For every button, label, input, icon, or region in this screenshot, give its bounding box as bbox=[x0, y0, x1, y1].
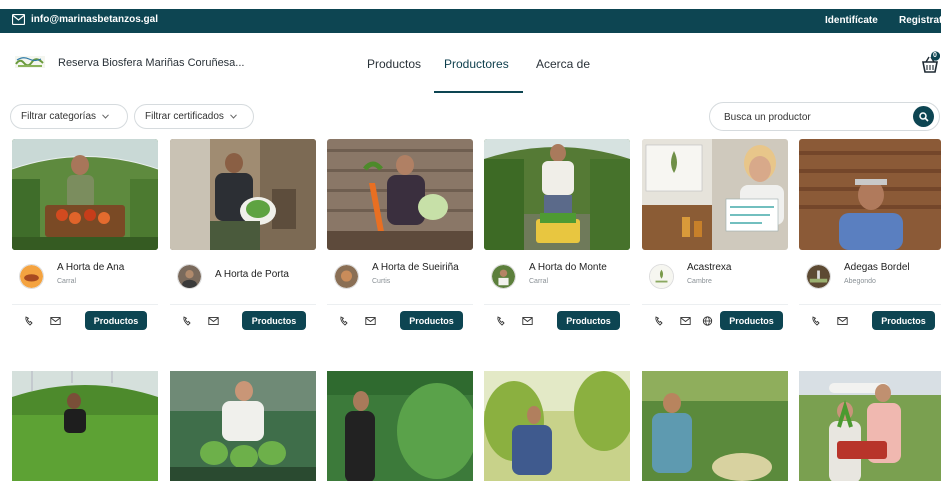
card-divider bbox=[327, 304, 473, 305]
producer-card: A Horta de Sueiriña Curtis Productos bbox=[327, 139, 473, 339]
producer-avatar bbox=[334, 264, 359, 289]
cart-count-badge: 0 bbox=[933, 52, 937, 59]
producer-photo[interactable] bbox=[12, 371, 158, 481]
producer-name[interactable]: A Horta de Sueiriña bbox=[372, 262, 459, 273]
mail-icon[interactable] bbox=[208, 316, 219, 326]
producer-photo[interactable] bbox=[484, 139, 630, 250]
producer-location: Carral bbox=[529, 278, 549, 285]
search-box bbox=[709, 102, 940, 131]
products-button[interactable]: Productos bbox=[400, 311, 463, 330]
phone-icon[interactable] bbox=[339, 316, 350, 326]
producer-photo[interactable] bbox=[799, 139, 941, 250]
mail-icon[interactable] bbox=[522, 316, 533, 326]
globe-icon[interactable] bbox=[702, 316, 713, 326]
search-icon bbox=[918, 111, 929, 122]
card-divider bbox=[12, 304, 158, 305]
producer-name[interactable]: A Horta de Porta bbox=[215, 269, 289, 280]
producer-location: Curtis bbox=[372, 278, 391, 285]
contact-email-text: info@marinasbetanzos.gal bbox=[31, 14, 158, 25]
active-nav-indicator bbox=[434, 91, 523, 93]
producer-name[interactable]: Adegas Bordel bbox=[844, 262, 910, 273]
producer-photo[interactable] bbox=[12, 139, 158, 250]
products-button[interactable]: Productos bbox=[720, 311, 783, 330]
brand-name[interactable]: Reserva Biosfera Mariñas Coruñesa... bbox=[58, 57, 244, 69]
card-divider bbox=[799, 304, 941, 305]
producer-photo[interactable] bbox=[170, 139, 316, 250]
producer-photo[interactable] bbox=[327, 371, 473, 481]
producer-avatar bbox=[491, 264, 516, 289]
chevron-down-icon bbox=[230, 114, 237, 119]
login-link[interactable]: Identifícate bbox=[825, 15, 878, 26]
card-divider bbox=[484, 304, 630, 305]
mail-icon[interactable] bbox=[837, 316, 848, 326]
producer-photo[interactable] bbox=[642, 371, 788, 481]
products-button[interactable]: Productos bbox=[242, 311, 306, 330]
basket-icon bbox=[922, 51, 941, 73]
top-bar: info@marinasbetanzos.gal Identifícate Re… bbox=[0, 9, 941, 33]
filter-categories-dropdown[interactable]: Filtrar categorías bbox=[10, 104, 128, 129]
biosphere-logo[interactable] bbox=[15, 54, 45, 70]
phone-icon[interactable] bbox=[654, 316, 665, 326]
search-button[interactable] bbox=[913, 106, 934, 127]
producer-avatar bbox=[806, 264, 831, 289]
search-input[interactable] bbox=[724, 109, 904, 125]
producer-location: Cambre bbox=[687, 278, 712, 285]
nav-productores[interactable]: Productores bbox=[444, 57, 509, 71]
producer-photo[interactable] bbox=[484, 371, 630, 481]
products-button[interactable]: Productos bbox=[557, 311, 620, 330]
products-button[interactable]: Productos bbox=[872, 311, 935, 330]
producer-photo[interactable] bbox=[327, 139, 473, 250]
contact-email[interactable]: info@marinasbetanzos.gal bbox=[12, 14, 158, 25]
producer-location: Carral bbox=[57, 278, 77, 285]
producer-avatar bbox=[649, 264, 674, 289]
mail-icon[interactable] bbox=[365, 316, 376, 326]
card-divider bbox=[642, 304, 788, 305]
phone-icon[interactable] bbox=[496, 316, 507, 326]
producer-photo[interactable] bbox=[170, 371, 316, 481]
producer-avatar bbox=[177, 264, 202, 289]
producer-name[interactable]: A Horta de Ana bbox=[57, 262, 124, 273]
producer-card: Acastrexa Cambre Productos bbox=[642, 139, 788, 339]
chevron-down-icon bbox=[102, 114, 109, 119]
mail-icon[interactable] bbox=[680, 316, 691, 326]
cart-button[interactable]: 0 bbox=[920, 50, 941, 74]
mail-icon bbox=[12, 14, 25, 25]
phone-icon[interactable] bbox=[24, 316, 35, 326]
producer-card: A Horta de Ana Carral Productos bbox=[12, 139, 158, 339]
nav-acerca-de[interactable]: Acerca de bbox=[536, 57, 590, 71]
mail-icon[interactable] bbox=[50, 316, 61, 326]
producer-card: A Horta de Porta Productos bbox=[170, 139, 316, 339]
card-divider bbox=[170, 304, 316, 305]
products-button[interactable]: Productos bbox=[85, 311, 147, 330]
producer-location: Abegondo bbox=[844, 278, 876, 285]
producer-photo[interactable] bbox=[642, 139, 788, 250]
producer-card: Adegas Bordel Abegondo Productos bbox=[799, 139, 941, 339]
phone-icon[interactable] bbox=[182, 316, 193, 326]
filter-categories-label: Filtrar categorías bbox=[21, 111, 97, 122]
producer-avatar bbox=[19, 264, 44, 289]
filter-certificates-label: Filtrar certificados bbox=[145, 111, 224, 122]
filter-certificates-dropdown[interactable]: Filtrar certificados bbox=[134, 104, 254, 129]
producer-card: A Horta do Monte Carral Productos bbox=[484, 139, 630, 339]
producer-name[interactable]: A Horta do Monte bbox=[529, 262, 607, 273]
nav-productos[interactable]: Productos bbox=[367, 57, 421, 71]
register-link[interactable]: Registrate bbox=[899, 15, 941, 26]
phone-icon[interactable] bbox=[811, 316, 822, 326]
producer-name[interactable]: Acastrexa bbox=[687, 262, 731, 273]
producer-photo[interactable] bbox=[799, 371, 941, 481]
